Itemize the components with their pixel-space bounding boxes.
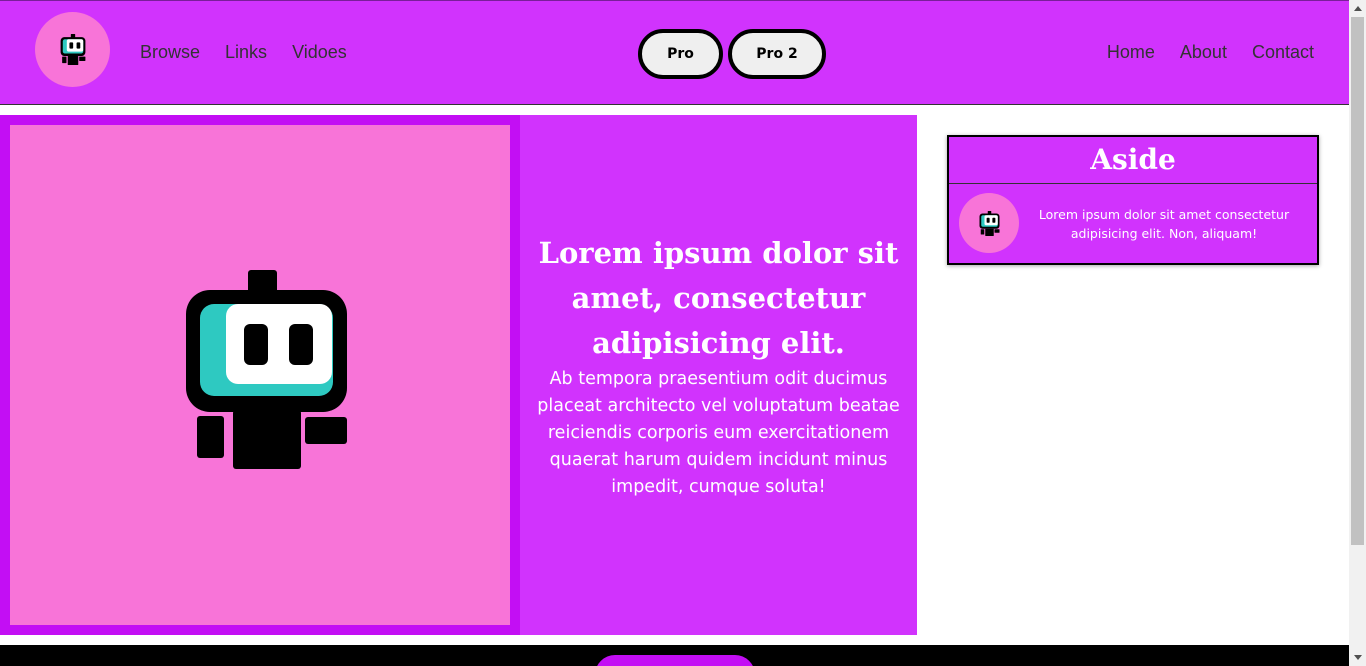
site-header: Browse Links Vidoes Pro Pro 2 Home About… [0, 0, 1349, 105]
nav-link-links[interactable]: Links [225, 41, 267, 63]
nav-link-contact[interactable]: Contact [1252, 41, 1314, 63]
site-footer [0, 645, 1349, 666]
robot-icon [979, 210, 999, 236]
scroll-up-arrow-icon[interactable] [1349, 0, 1366, 17]
scrollbar-thumb[interactable] [1351, 17, 1364, 545]
scroll-down-arrow-icon[interactable] [1349, 649, 1366, 666]
nav-link-about[interactable]: About [1180, 41, 1227, 63]
robot-icon [186, 270, 347, 469]
nav-link-home[interactable]: Home [1107, 41, 1155, 63]
logo[interactable] [35, 12, 110, 87]
robot-icon [60, 34, 85, 65]
hero-body: Ab tempora praesentium odit ducimus plac… [537, 369, 900, 497]
hero-text: Lorem ipsum dolor sit amet, consectetur … [530, 231, 907, 501]
nav-right: Home About Contact [1082, 41, 1314, 63]
aside-card: Aside Lorem ipsum dolor sit amet consect… [947, 135, 1319, 265]
main-section: Lorem ipsum dolor sit amet, consectetur … [0, 115, 917, 635]
aside-text: Lorem ipsum dolor sit amet consectetur a… [1038, 207, 1290, 241]
nav-link-browse[interactable]: Browse [140, 41, 200, 63]
page: Browse Links Vidoes Pro Pro 2 Home About… [0, 0, 1349, 666]
aside-title: Aside [949, 137, 1317, 184]
pro-button[interactable]: Pro [638, 29, 723, 79]
vertical-scrollbar[interactable] [1349, 0, 1366, 666]
hero-title: Lorem ipsum dolor sit amet, consectetur … [538, 236, 899, 360]
hero-image [10, 125, 510, 625]
nav-left: Browse Links Vidoes [140, 41, 372, 63]
hero-image-frame [0, 115, 520, 635]
pro-2-button[interactable]: Pro 2 [728, 29, 826, 79]
avatar [959, 193, 1019, 253]
footer-button[interactable] [595, 655, 755, 666]
pill-button-group: Pro Pro 2 [638, 29, 826, 79]
nav-link-videos[interactable]: Vidoes [292, 41, 347, 63]
